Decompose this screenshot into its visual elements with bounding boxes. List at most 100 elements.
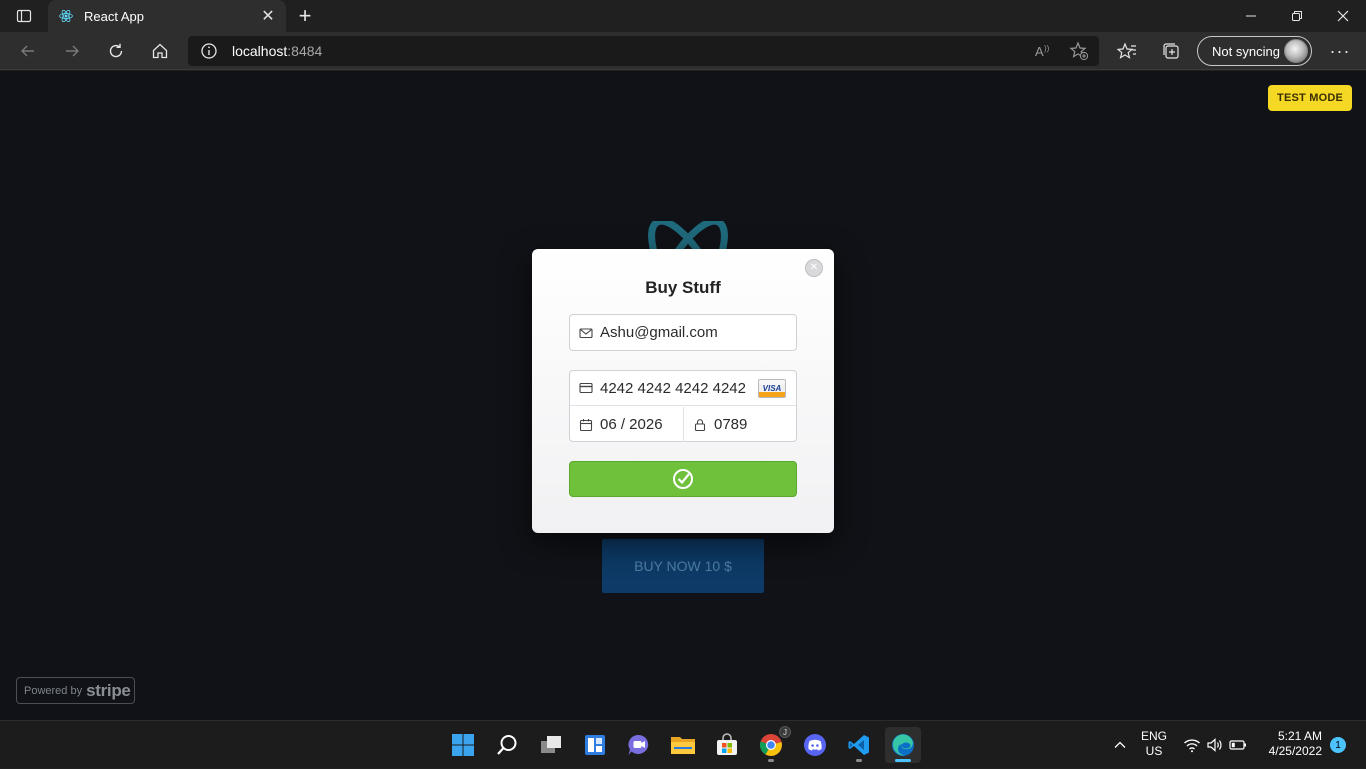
read-aloud-button[interactable]: A )) <box>1031 39 1055 63</box>
tab-close-icon[interactable]: ✕ <box>260 6 276 26</box>
task-view-icon <box>541 736 561 753</box>
expiry-field[interactable]: 06 / 2026 <box>570 407 684 442</box>
card-number-value: 4242 4242 4242 4242 <box>600 379 746 397</box>
widgets-icon <box>585 735 605 755</box>
tab-title: React App <box>84 8 144 24</box>
card-number-field[interactable]: 4242 4242 4242 4242 VISA <box>570 371 796 406</box>
running-indicator <box>856 759 862 762</box>
browser-toolbar: localhost:8484 A )) Not syncing ··· <box>0 32 1366 70</box>
task-view-button[interactable] <box>533 727 569 763</box>
widgets-button[interactable] <box>577 727 613 763</box>
favorites-button[interactable] <box>1113 37 1141 65</box>
url-host: localhost <box>232 43 288 59</box>
edge-button[interactable] <box>885 727 921 763</box>
show-hidden-icons-button[interactable] <box>1108 721 1132 769</box>
profile-button[interactable]: Not syncing <box>1197 36 1312 66</box>
store-button[interactable] <box>709 727 745 763</box>
start-button[interactable] <box>445 727 481 763</box>
chrome-button[interactable]: J <box>753 726 791 763</box>
cvc-field[interactable]: 0789 <box>684 407 796 442</box>
avatar <box>1284 39 1308 63</box>
page-viewport: TEST MODE BUY NOW 10 $ Powered by stripe… <box>0 71 1366 720</box>
react-favicon-icon <box>59 9 73 23</box>
back-button[interactable] <box>14 37 42 65</box>
cvc-value: 0789 <box>714 416 748 433</box>
pay-submit-button[interactable] <box>569 461 797 497</box>
battery-icon <box>1229 740 1246 750</box>
collections-button[interactable] <box>1157 37 1185 65</box>
active-indicator <box>895 759 911 762</box>
home-button[interactable] <box>146 37 174 65</box>
windows-taskbar: J ENG US 5:21 AM 4/25/2022 1 <box>0 720 1366 768</box>
powered-by-stripe-badge[interactable]: Powered by stripe <box>16 677 135 704</box>
close-modal-button[interactable]: ✕ <box>805 259 823 277</box>
lang-line2: US <box>1145 744 1163 758</box>
clock-button[interactable]: 5:21 AM 4/25/2022 <box>1258 729 1322 759</box>
tab-actions-button[interactable] <box>8 4 40 28</box>
svg-text:)): )) <box>1044 44 1050 53</box>
star-add-icon <box>1069 41 1089 61</box>
buy-now-button[interactable]: BUY NOW 10 $ <box>602 539 764 593</box>
minimize-icon <box>1246 15 1256 17</box>
chevron-up-icon <box>1114 741 1126 748</box>
clock-date: 4/25/2022 <box>1268 744 1322 758</box>
start-icon <box>452 734 474 756</box>
running-indicator <box>768 759 774 762</box>
back-arrow-icon <box>21 45 34 57</box>
powered-by-label: Powered by <box>24 684 83 697</box>
new-tab-button[interactable]: + <box>292 3 318 28</box>
modal-title: Buy Stuff <box>645 278 721 297</box>
forward-arrow-icon <box>66 45 79 57</box>
chrome-profile-badge: J <box>779 726 791 738</box>
read-aloud-icon: A )) <box>1035 44 1050 59</box>
clock-time: 5:21 AM <box>1277 729 1322 743</box>
email-field[interactable]: Ashu@gmail.com <box>569 314 797 351</box>
store-icon <box>717 733 737 755</box>
favorites-icon <box>1117 42 1136 59</box>
vscode-icon <box>848 735 869 755</box>
checkout-modal: ✕ Buy Stuff Ashu@gmail.com 4242 4242 424… <box>532 249 834 533</box>
envelope-icon <box>579 327 593 338</box>
url-port: :8484 <box>287 43 323 59</box>
calendar-icon <box>579 418 593 431</box>
site-info-icon[interactable] <box>200 42 218 60</box>
address-bar[interactable]: localhost:8484 <box>188 36 1099 66</box>
chrome-icon <box>759 734 782 756</box>
restore-button[interactable] <box>1274 0 1320 32</box>
close-icon: ✕ <box>809 262 819 273</box>
quick-settings-button[interactable] <box>1180 721 1250 769</box>
wifi-icon <box>1184 739 1200 753</box>
discord-icon <box>804 734 826 756</box>
visa-icon: VISA <box>758 379 786 398</box>
add-favorite-button[interactable] <box>1067 39 1091 63</box>
teams-chat-button[interactable] <box>621 727 657 763</box>
volume-icon <box>1207 738 1222 752</box>
search-button[interactable] <box>489 727 525 763</box>
close-window-button[interactable] <box>1320 0 1366 32</box>
lock-icon <box>694 418 706 431</box>
search-icon <box>497 735 517 755</box>
file-explorer-icon <box>671 737 695 754</box>
sync-status-label: Not syncing <box>1212 43 1280 59</box>
refresh-button[interactable] <box>102 37 130 65</box>
credit-card-icon <box>579 382 593 394</box>
vscode-button[interactable] <box>841 727 877 763</box>
notification-badge[interactable]: 1 <box>1330 737 1346 753</box>
browser-tab[interactable]: React App ✕ <box>48 0 286 32</box>
home-icon <box>152 43 168 59</box>
file-explorer-button[interactable] <box>665 727 701 763</box>
restore-icon <box>1292 11 1302 21</box>
discord-button[interactable] <box>797 727 833 763</box>
close-icon <box>1337 10 1349 22</box>
input-language-button[interactable]: ENG US <box>1136 729 1172 759</box>
refresh-icon <box>109 43 123 58</box>
lang-line1: ENG <box>1140 729 1167 743</box>
checkmark-circle-icon <box>673 469 693 489</box>
forward-button[interactable] <box>58 37 86 65</box>
minimize-button[interactable] <box>1228 0 1274 32</box>
card-brand-label: VISA <box>762 384 782 393</box>
settings-more-button[interactable]: ··· <box>1326 37 1354 65</box>
collections-icon <box>1163 43 1179 59</box>
edge-icon <box>892 734 914 756</box>
stripe-brand: stripe <box>86 680 131 700</box>
